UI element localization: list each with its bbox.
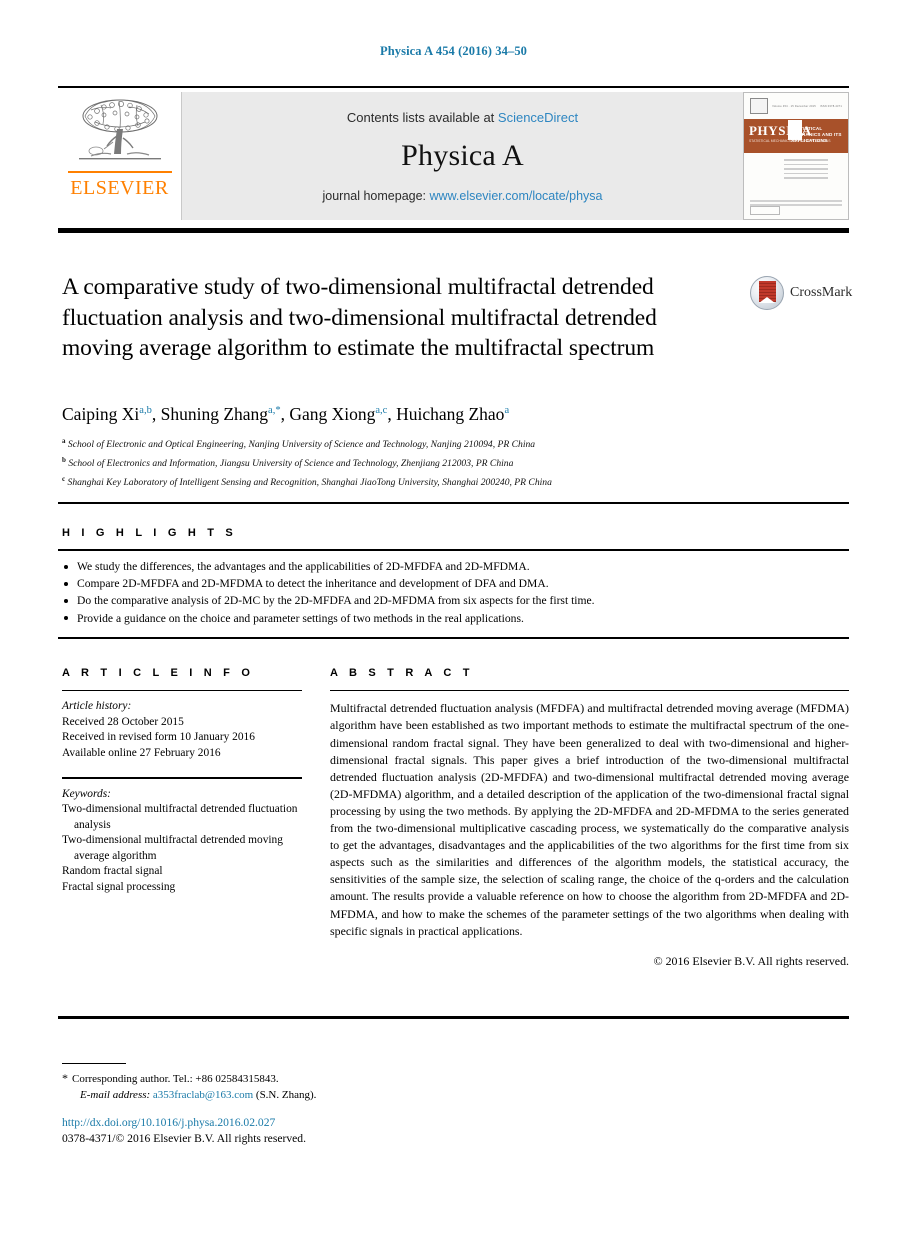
masthead-bottom-heavy-rule [58, 228, 849, 233]
crossmark-badge[interactable]: CrossMark [750, 276, 852, 310]
author-affil-marks: a,* [268, 405, 281, 417]
affiliation-mark: c [62, 474, 66, 483]
affiliation-text: School of Electronics and Information, J… [68, 457, 514, 469]
article-info-heading: A R T I C L E I N F O [62, 667, 255, 679]
author-list: Caiping Xia,b, Shuning Zhanga,*, Gang Xi… [62, 404, 842, 425]
corresponding-author-note: * Corresponding author. Tel.: +86 0258431… [62, 1070, 662, 1087]
corresponding-author-star: * [62, 1071, 68, 1085]
affiliation-list: a School of Electronic and Optical Engin… [62, 434, 842, 490]
elsevier-rule [67, 171, 172, 173]
author-separator: , [387, 404, 397, 424]
doi-link[interactable]: http://dx.doi.org/10.1016/j.physa.2016.0… [62, 1115, 662, 1131]
corresponding-author-text: Corresponding author. Tel.: +86 02584315… [72, 1073, 279, 1085]
author-entry[interactable]: Gang Xionga,c [289, 404, 387, 424]
footnote-separator [62, 1063, 126, 1065]
email-label: E-mail address: [80, 1089, 151, 1101]
article-history-item: Available online 27 February 2016 [62, 746, 221, 759]
affiliation-item: c Shanghai Key Laboratory of Intelligent… [62, 472, 842, 491]
cover-elsevier-mark [750, 98, 768, 114]
masthead-center: Contents lists available at ScienceDirec… [182, 92, 743, 220]
list-item: Provide a guidance on the choice and par… [62, 610, 842, 627]
article-history-label: Article history: [62, 700, 132, 713]
keyword-item: Random fractal signal [62, 865, 163, 878]
author-affil-marks: a,c [375, 405, 388, 417]
abstract-body: Multifractal detrended fluctuation analy… [330, 701, 849, 938]
article-info-column: Article history: Received 28 October 201… [62, 690, 302, 895]
article-info-rule [62, 690, 302, 692]
info-abstract-top-rule [58, 637, 849, 639]
email-note: E-mail address: a353fraclab@163.com (S.N… [62, 1087, 662, 1103]
list-item: We study the differences, the advantages… [62, 558, 842, 575]
affiliation-text: Shanghai Key Laboratory of Intelligent S… [67, 476, 552, 488]
author-affil-marks: a [504, 405, 510, 417]
journal-title: Physica A [401, 138, 524, 172]
running-head: Physica A 454 (2016) 34–50 [379, 44, 528, 58]
contents-available-line: Contents lists available at ScienceDirec… [347, 110, 578, 125]
elsevier-tree-icon [71, 96, 169, 170]
author-affil-marks: a,b [139, 405, 152, 417]
highlights-list: We study the differences, the advantages… [62, 558, 842, 627]
cover-banner-side-title: STATISTICAL MECHANICS AND ITS APPLICATIO… [791, 126, 842, 143]
abstract-rule [330, 690, 849, 692]
abstract-copyright: © 2016 Elsevier B.V. All rights reserved… [653, 953, 849, 968]
affiliation-item: a School of Electronic and Optical Engin… [62, 434, 842, 453]
page-title: A comparative study of two-dimensional m… [62, 274, 657, 361]
highlights-top-rule [58, 502, 849, 504]
author-name: Gang Xiong [289, 404, 376, 424]
highlights-bottom-rule [58, 549, 849, 551]
author-entry[interactable]: Shuning Zhanga,* [161, 404, 281, 424]
keyword-item: Fractal signal processing [62, 880, 176, 893]
author-separator: , [151, 404, 161, 424]
journal-cover-thumbnail[interactable]: Volume 454 · 15 December 2015 ISSN 0378-… [743, 92, 849, 220]
list-item: Do the comparative analysis of 2D-MC by … [62, 592, 842, 609]
issn-copyright-line: 0378-4371/© 2016 Elsevier B.V. All right… [62, 1132, 306, 1145]
sciencedirect-link[interactable]: ScienceDirect [498, 110, 578, 125]
page-footer: * Corresponding author. Tel.: +86 0258431… [62, 1070, 662, 1147]
author-entry[interactable]: Caiping Xia,b [62, 404, 152, 424]
page-bottom-rule [58, 1016, 849, 1019]
article-first-page: Physica A 454 (2016) 34–50 ELSEVIER Cont… [0, 0, 907, 1238]
author-name: Caiping Xi [62, 404, 140, 424]
cover-issue-line: Volume 454 · 15 December 2015 [772, 104, 816, 108]
title-block: A comparative study of two-dimensional m… [62, 272, 722, 364]
article-history-item: Received 28 October 2015 [62, 715, 184, 728]
author-name: Shuning Zhang [160, 404, 269, 424]
abstract-column: Multifractal detrended fluctuation analy… [330, 690, 849, 969]
article-history-item: Received in revised form 10 January 2016 [62, 731, 255, 744]
keyword-item: Two-dimensional multifractal detrended f… [62, 803, 298, 831]
contents-prefix: Contents lists available at [346, 109, 498, 125]
cover-sciencedirect-box [750, 206, 780, 215]
crossmark-label: CrossMark [790, 285, 853, 300]
author-entry[interactable]: Huichang Zhaoa [396, 404, 509, 424]
email-link[interactable]: a353fraclab@163.com [153, 1089, 253, 1101]
masthead-top-rule [58, 86, 849, 88]
list-item: Compare 2D-MFDFA and 2D-MFDMA to detect … [62, 575, 842, 592]
crossmark-icon [750, 276, 784, 310]
highlights-heading: H I G H L I G H T S [62, 527, 237, 539]
elsevier-logo: ELSEVIER [58, 92, 182, 220]
homepage-prefix: journal homepage: [322, 188, 430, 203]
journal-masthead: ELSEVIER Contents lists available at Sci… [58, 86, 849, 220]
affiliation-mark: b [62, 455, 66, 464]
author-name: Huichang Zhao [396, 404, 505, 424]
affiliation-text: School of Electronic and Optical Enginee… [67, 439, 536, 451]
elsevier-wordmark: ELSEVIER [70, 176, 169, 199]
email-suffix: (S.N. Zhang). [255, 1089, 317, 1101]
cover-contents-lines [784, 159, 828, 182]
affiliation-mark: a [62, 437, 66, 445]
keywords-label: Keywords: [62, 787, 111, 800]
affiliation-item: b School of Electronics and Information,… [62, 453, 842, 472]
cover-issn-line: ISSN 0378-4371 [820, 104, 842, 108]
abstract-heading: A B S T R A C T [330, 667, 474, 679]
keywords-rule [62, 777, 302, 779]
journal-homepage-link[interactable]: www.elsevier.com/locate/physa [430, 189, 603, 203]
journal-homepage-line: journal homepage: www.elsevier.com/locat… [322, 189, 602, 203]
keyword-item: Two-dimensional multifractal detrended m… [62, 834, 283, 862]
cover-topbar: Volume 454 · 15 December 2015 ISSN 0378-… [750, 98, 842, 114]
